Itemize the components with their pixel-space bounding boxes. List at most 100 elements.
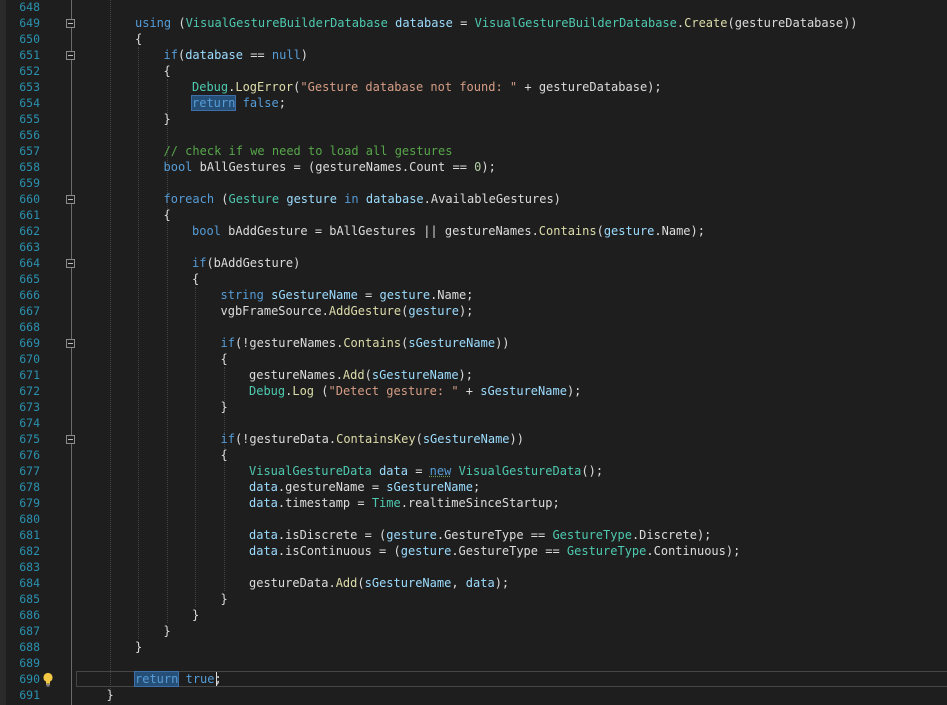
code-text[interactable]: { (164, 63, 171, 79)
code-text[interactable]: { (221, 351, 228, 367)
code-line[interactable]: 659 (0, 175, 947, 191)
code-text[interactable]: gestureData.Add(sGestureName, data); (249, 575, 509, 591)
code-text[interactable]: data.isContinuous = (gesture.GestureType… (249, 543, 740, 559)
line-number: 690 (19, 672, 40, 686)
code-text[interactable]: return false; (190, 95, 286, 111)
code-text[interactable]: { (164, 207, 171, 223)
code-line[interactable]: 661 { (0, 207, 947, 223)
code-text[interactable]: data.gestureName = sGestureName; (249, 479, 480, 495)
code-line[interactable]: 684 gestureData.Add(sGestureName, data); (0, 575, 947, 591)
code-text[interactable]: } (221, 591, 228, 607)
code-line[interactable]: 652 { (0, 63, 947, 79)
code-line[interactable]: 691} (0, 687, 947, 703)
code-text[interactable]: foreach (Gesture gesture in database.Ava… (164, 191, 561, 207)
code-line[interactable]: 648 (0, 0, 947, 15)
line-number: 664 (19, 256, 40, 270)
code-text[interactable]: if(!gestureData.ContainsKey(sGestureName… (221, 431, 524, 447)
code-text[interactable]: if(database == null) (164, 47, 309, 63)
code-text[interactable]: } (164, 111, 171, 127)
code-line[interactable]: 675 if(!gestureData.ContainsKey(sGestureN… (0, 431, 947, 447)
code-token: "Gesture database not found: " (300, 80, 518, 94)
code-line[interactable]: 688} (0, 639, 947, 655)
code-token: database (185, 48, 243, 62)
code-line[interactable]: 679 data.timestamp = Time.realtimeSinceSt… (0, 495, 947, 511)
code-token: + (458, 384, 481, 398)
code-text[interactable]: gestureNames.Add(sGestureName); (249, 367, 473, 383)
code-line[interactable]: 649 using (VisualGestureBuilderDatabase d… (0, 15, 947, 31)
code-line[interactable]: 682 data.isContinuous = (gesture.GestureT… (0, 543, 947, 559)
code-line[interactable]: 671 gestureNames.Add(sGestureName); (0, 367, 947, 383)
collapse-toggle-icon[interactable] (66, 195, 75, 204)
code-line[interactable]: 673} (0, 399, 947, 415)
code-line[interactable]: 680 (0, 511, 947, 527)
code-line[interactable]: 651 if(database == null) (0, 47, 947, 63)
code-text[interactable]: { (135, 31, 142, 47)
code-text[interactable]: VisualGestureData data = new VisualGestu… (249, 463, 603, 479)
code-text[interactable]: data.timestamp = Time.realtimeSinceStart… (249, 495, 560, 511)
code-line[interactable]: 672 Debug.Log ("Detect gesture: " + sGest… (0, 383, 947, 399)
code-text[interactable]: bool bAddGesture = bAllGestures || gestu… (192, 223, 705, 239)
code-text[interactable]: { (192, 271, 199, 287)
code-text[interactable]: } (135, 639, 142, 655)
code-line[interactable]: 668 (0, 319, 947, 335)
collapse-toggle-icon[interactable] (66, 19, 75, 28)
code-line[interactable]: 681 data.isDiscrete = (gesture.GestureTyp… (0, 527, 947, 543)
code-line[interactable]: 657 // check if we need to load all gestu… (0, 143, 947, 159)
code-token: ContainsKey (336, 432, 416, 446)
code-text[interactable]: string sGestureName = gesture.Name; (221, 287, 474, 303)
code-token: ( (415, 432, 423, 446)
code-line[interactable]: 678 data.gestureName = sGestureName; (0, 479, 947, 495)
code-line[interactable]: 660 foreach (Gesture gesture in database.… (0, 191, 947, 207)
code-line[interactable]: 658 bool bAllGestures = (gestureNames.Cou… (0, 159, 947, 175)
code-text[interactable]: } (164, 623, 171, 639)
code-line[interactable]: 686} (0, 607, 947, 623)
code-text[interactable]: } (107, 687, 114, 703)
code-text[interactable]: vgbFrameSource.AddGesture(gesture); (221, 303, 474, 319)
code-line[interactable]: 662 bool bAddGesture = bAllGestures || ge… (0, 223, 947, 239)
code-line[interactable]: 670 { (0, 351, 947, 367)
code-line[interactable]: 683 (0, 559, 947, 575)
code-line[interactable]: 664 if(bAddGesture) (0, 255, 947, 271)
code-line[interactable]: 676 { (0, 447, 947, 463)
code-line[interactable]: 655} (0, 111, 947, 127)
code-token: .isDiscrete = ( (277, 528, 387, 542)
collapse-toggle-icon[interactable] (66, 339, 75, 348)
code-text[interactable]: if(bAddGesture) (192, 255, 300, 271)
code-token: VisualGestureBuilderDatabase (474, 16, 677, 30)
code-text[interactable]: } (221, 399, 228, 415)
code-text[interactable]: // check if we need to load all gestures (164, 143, 453, 159)
code-token: } (135, 640, 143, 654)
code-token: database (395, 16, 453, 30)
code-line[interactable]: 650 { (0, 31, 947, 47)
code-line[interactable]: 663 (0, 239, 947, 255)
code-line[interactable]: 656 (0, 127, 947, 143)
code-token: GestureType (552, 528, 632, 542)
code-line[interactable]: 667 vgbFrameSource.AddGesture(gesture); (0, 303, 947, 319)
code-line[interactable]: 689 (0, 655, 947, 671)
code-line[interactable]: 690 return true; (0, 671, 947, 687)
code-line[interactable]: 666 string sGestureName = gesture.Name; (0, 287, 947, 303)
code-text[interactable]: return true; (133, 671, 222, 687)
code-line[interactable]: 687} (0, 623, 947, 639)
code-text[interactable]: data.isDiscrete = (gesture.GestureType =… (249, 527, 711, 543)
code-line[interactable]: 665 { (0, 271, 947, 287)
code-text[interactable]: Debug.LogError("Gesture database not fou… (192, 79, 662, 95)
code-text[interactable]: if(!gestureNames.Contains(sGestureName)) (221, 335, 510, 351)
code-line[interactable]: 653 Debug.LogError("Gesture database not … (0, 79, 947, 95)
code-line[interactable]: 685} (0, 591, 947, 607)
code-line[interactable]: 674 (0, 415, 947, 431)
code-text[interactable]: } (192, 607, 199, 623)
collapse-toggle-icon[interactable] (66, 51, 75, 60)
code-token: false (242, 96, 279, 110)
code-line[interactable]: 669 if(!gestureNames.Contains(sGestureNam… (0, 335, 947, 351)
code-editor[interactable]: 648 649 using (VisualGestureBuilderDatabas… (0, 0, 947, 705)
code-line[interactable]: 677 VisualGestureData data = new VisualGe… (0, 463, 947, 479)
lightbulb-icon[interactable] (42, 672, 54, 687)
collapse-toggle-icon[interactable] (66, 259, 75, 268)
code-line[interactable]: 654 return false; (0, 95, 947, 111)
code-text[interactable]: Debug.Log ("Detect gesture: " + sGesture… (249, 383, 581, 399)
code-text[interactable]: using (VisualGestureBuilderDatabase data… (135, 15, 858, 31)
collapse-toggle-icon[interactable] (66, 435, 75, 444)
code-text[interactable]: { (221, 447, 228, 463)
code-text[interactable]: bool bAllGestures = (gestureNames.Count … (164, 159, 496, 175)
